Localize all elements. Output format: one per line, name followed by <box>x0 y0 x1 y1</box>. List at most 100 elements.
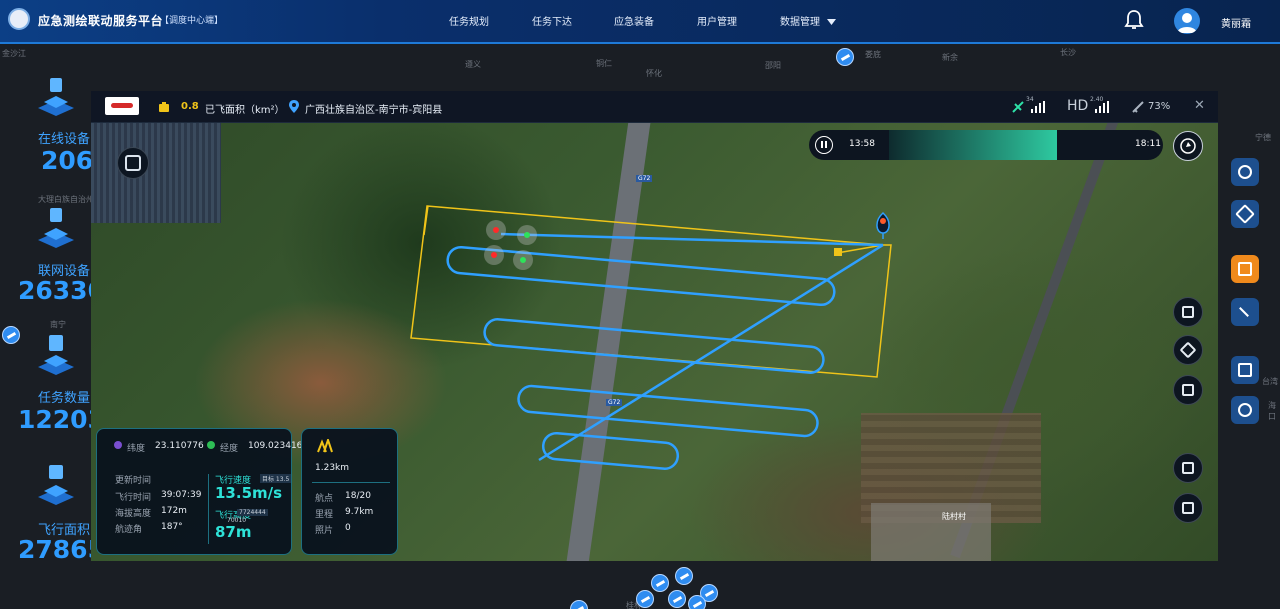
telemetry-card: 纬度 23.110776 经度 109.023416 更新时间 飞行时间 39:… <box>96 428 302 555</box>
app-logo-icon <box>8 8 30 30</box>
replay-icon <box>1180 138 1196 154</box>
latitude-label: 纬度 <box>127 444 146 454</box>
layer-switch-button[interactable] <box>1173 335 1203 365</box>
drone-marker-icon[interactable] <box>651 574 669 592</box>
playback-end-time: 18:11 <box>1135 139 1161 149</box>
signal-bars-icon <box>1031 101 1045 113</box>
clipboard-clock-icon <box>1238 363 1252 377</box>
nav-emergency-equipment[interactable]: 应急装备 <box>614 13 654 28</box>
phone-button[interactable] <box>1231 396 1259 424</box>
nav-data-management-label: 数据管理 <box>780 17 820 28</box>
waypoint-value: 18/20 <box>345 491 371 501</box>
drone-marker-icon[interactable] <box>836 48 854 66</box>
user-avatar-icon[interactable] <box>1174 8 1200 34</box>
list-icon <box>1182 306 1194 318</box>
record-button[interactable] <box>1173 493 1203 523</box>
layers-button[interactable] <box>1231 200 1259 228</box>
area-icon <box>38 465 74 505</box>
bell-icon[interactable] <box>1124 9 1144 31</box>
stat-label: 在线设备 <box>38 132 91 147</box>
divider <box>312 482 390 483</box>
mileage-value: 9.7km <box>345 507 374 517</box>
map-label: 南宁 <box>50 320 66 329</box>
nav-task-planning[interactable]: 任务规划 <box>449 13 489 28</box>
close-icon[interactable]: ✕ <box>1194 98 1205 113</box>
longitude-value: 109.023416 <box>248 441 303 451</box>
hd-signal-bars-icon <box>1095 101 1109 113</box>
nav-user-management[interactable]: 用户管理 <box>697 13 737 28</box>
map-label: 金沙江 <box>2 49 26 58</box>
update-time-label: 更新时间 <box>115 476 152 486</box>
longitude-icon <box>207 441 215 449</box>
drone-marker-icon[interactable] <box>688 595 706 609</box>
speed-target-badge: 目标 13.5 <box>260 474 292 483</box>
device-platform-icon <box>38 78 74 116</box>
mileage-label: 里程 <box>315 510 334 520</box>
nav-task-dispatch[interactable]: 任务下达 <box>532 13 572 28</box>
latitude-value: 23.110776 <box>155 441 204 451</box>
area-flag-icon <box>159 102 169 112</box>
record-icon <box>1182 502 1194 514</box>
photo-value: 0 <box>345 523 351 533</box>
flown-area-value: 0.8 <box>181 101 199 112</box>
map-label: 铜仁 <box>596 59 612 68</box>
eye-toggle-button[interactable] <box>1231 158 1259 186</box>
history-button[interactable] <box>1231 356 1259 384</box>
playback-progress-fill <box>889 130 1057 160</box>
drone-position-pin <box>876 211 890 239</box>
pause-icon[interactable] <box>815 136 833 154</box>
heading-label: 航迹角 <box>115 525 143 535</box>
video-icon <box>1182 384 1194 396</box>
app-role-tag: 【调度中心端】 <box>160 16 224 26</box>
screen-icon <box>125 155 141 171</box>
home-point-marker <box>834 248 842 256</box>
aerial-map-view[interactable]: 陆村村 G72 G72 13:58 18:11 纬度 23.110776 经度 … <box>91 123 1218 561</box>
replay-button[interactable] <box>1173 131 1203 161</box>
video-switch-button[interactable] <box>1173 375 1203 405</box>
location-text: 广西壮族自治区-南宁市-宾阳县 <box>305 105 443 116</box>
tools-button[interactable] <box>1231 298 1259 326</box>
flight-time-label: 飞行时间 <box>115 493 152 503</box>
map-label: 大理白族自治州 <box>38 195 94 204</box>
map-label: 长沙 <box>1060 48 1076 57</box>
list-view-button[interactable] <box>1173 297 1203 327</box>
map-label: 娄底 <box>865 50 881 59</box>
drone-marker-icon[interactable] <box>570 600 588 609</box>
photo-label: 照片 <box>315 526 334 536</box>
stat-value: 206 <box>41 146 94 175</box>
map-screen-toggle-button[interactable] <box>117 147 149 179</box>
mission-card: 1.23km 航点 18/20 里程 9.7km 照片 0 <box>301 428 398 555</box>
playback-progress-bar[interactable]: 13:58 18:11 <box>809 130 1163 160</box>
drone-marker-icon[interactable] <box>2 326 20 344</box>
location-pin-icon <box>289 100 299 113</box>
username[interactable]: 黄丽霜 <box>1221 15 1251 30</box>
flown-area-label: 已飞面积（km²） <box>205 105 285 116</box>
task-list-button[interactable] <box>1231 255 1259 283</box>
distance-value: 1.23km <box>315 463 350 473</box>
height-small-badge: 7724444 <box>237 509 268 516</box>
drone-markers <box>484 220 537 270</box>
latitude-icon <box>114 441 122 449</box>
flight-time-value: 39:07:39 <box>161 490 202 500</box>
layers-icon <box>1235 204 1255 224</box>
drone-marker-icon[interactable] <box>636 590 654 608</box>
task-clipboard-icon <box>38 335 74 375</box>
phone-icon <box>1238 403 1252 417</box>
satellite-icon <box>1012 101 1024 113</box>
nav-data-management[interactable]: 数据管理 <box>780 13 837 28</box>
battery-percent: 73% <box>1148 101 1171 112</box>
eye-icon <box>1238 165 1252 179</box>
brand-logo-icon <box>105 97 139 115</box>
altitude-label: 海拔高度 <box>115 509 152 519</box>
drone-marker-icon[interactable] <box>668 590 686 608</box>
panel-header: 0.8 已飞面积（km²） 广西壮族自治区-南宁市-宾阳县 34 HD 2.40… <box>91 91 1218 123</box>
altitude-value: 172m <box>161 506 187 516</box>
map-label: 海口 <box>1268 401 1276 421</box>
app-root: 金沙江 大理白族自治州 遵义 铜仁 怀化 邵阳 娄底 新余 长沙 宁德 台湾 海… <box>0 0 1280 609</box>
fullscreen-button[interactable] <box>1173 453 1203 483</box>
fullscreen-icon <box>1182 462 1194 474</box>
playback-current-time: 13:58 <box>849 139 875 149</box>
heading-value: 187° <box>161 522 183 532</box>
drone-marker-icon[interactable] <box>675 567 693 585</box>
flight-path <box>446 232 884 470</box>
